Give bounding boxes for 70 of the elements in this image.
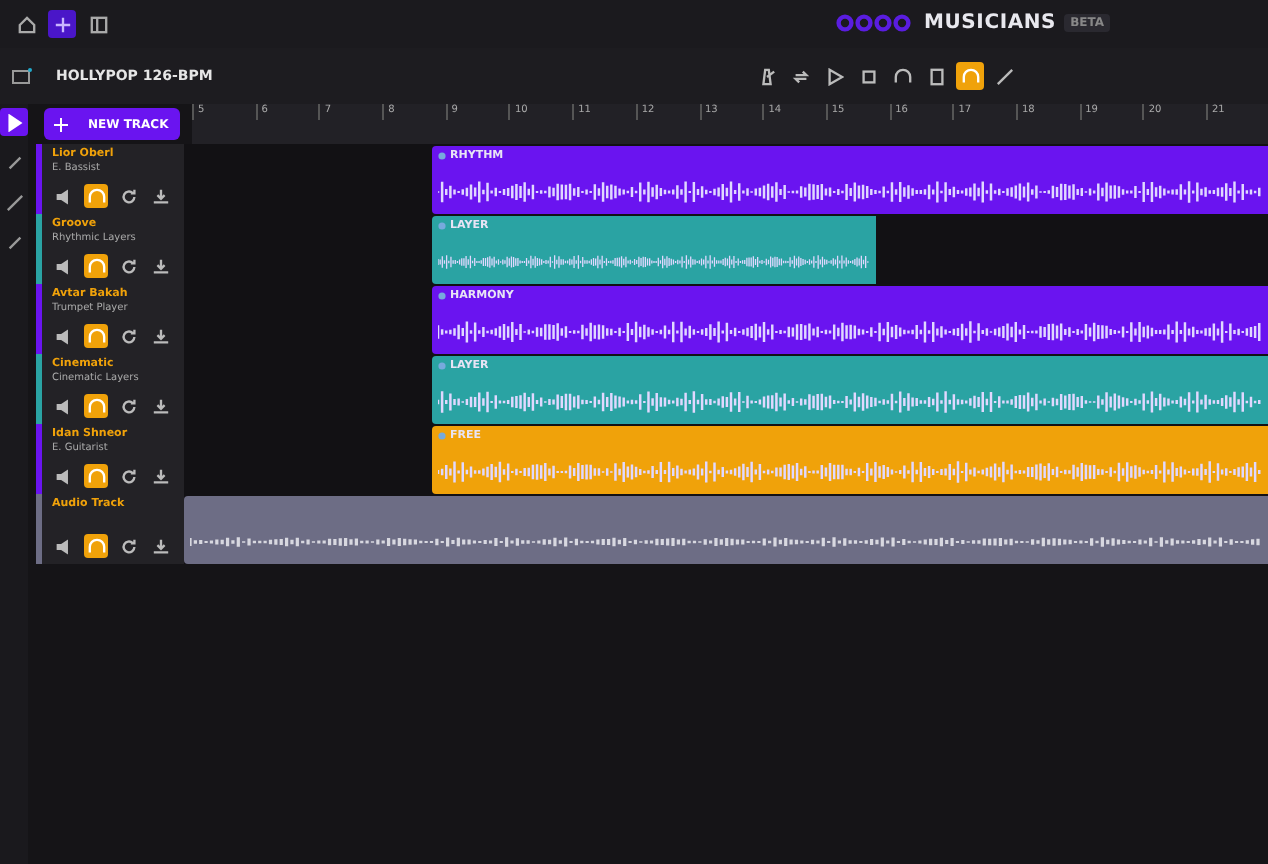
headphones-icon	[961, 67, 980, 85]
download-icon	[151, 187, 169, 205]
download-button[interactable]	[148, 254, 172, 278]
solo-button[interactable]	[84, 534, 108, 558]
solo-button[interactable]	[84, 254, 108, 278]
refresh-button[interactable]	[116, 324, 140, 348]
download-icon	[151, 537, 169, 555]
headphones-icon	[87, 257, 105, 275]
download-button[interactable]	[148, 534, 172, 558]
brand-name: MUSICIANS	[924, 12, 1057, 34]
mail-icon	[12, 68, 32, 84]
solo-button[interactable]	[84, 394, 108, 418]
audio-clip[interactable]	[184, 496, 1268, 564]
dot-icon	[438, 292, 446, 300]
headphones-icon	[87, 537, 105, 555]
headphones-icon	[87, 397, 105, 415]
sparkle-icon	[53, 15, 71, 33]
refresh-icon	[119, 467, 137, 485]
refresh-button[interactable]	[116, 254, 140, 278]
solo-button[interactable]	[84, 464, 108, 488]
play-icon	[825, 67, 844, 85]
speaker-icon	[55, 397, 73, 415]
refresh-button[interactable]	[116, 534, 140, 558]
tool-button[interactable]	[0, 108, 28, 136]
download-icon	[151, 327, 169, 345]
nav-button[interactable]	[48, 10, 76, 38]
dot-icon	[438, 432, 446, 440]
eraser-icon	[5, 153, 23, 171]
refresh-icon	[119, 327, 137, 345]
headphones-icon	[87, 187, 105, 205]
pencil-icon	[5, 193, 23, 211]
plus-icon	[54, 117, 68, 131]
printer-icon	[927, 67, 946, 85]
headphones-icon	[893, 67, 912, 85]
download-icon	[151, 467, 169, 485]
loop-icon	[791, 67, 810, 85]
refresh-button[interactable]	[116, 464, 140, 488]
speaker-icon	[55, 257, 73, 275]
headphones-icon	[87, 467, 105, 485]
speaker-icon	[55, 537, 73, 555]
sidebar-icon	[89, 15, 107, 33]
speaker-icon	[55, 467, 73, 485]
solo-button[interactable]	[84, 184, 108, 208]
download-icon	[151, 397, 169, 415]
refresh-icon	[119, 537, 137, 555]
transport-button[interactable]	[956, 62, 985, 90]
refresh-button[interactable]	[116, 184, 140, 208]
refresh-button[interactable]	[116, 394, 140, 418]
refresh-icon	[119, 187, 137, 205]
download-button[interactable]	[148, 394, 172, 418]
metronome-icon	[757, 67, 776, 85]
speaker-icon	[55, 327, 73, 345]
dot-icon	[438, 222, 446, 230]
download-icon	[151, 257, 169, 275]
download-button[interactable]	[148, 324, 172, 348]
solo-button[interactable]	[84, 324, 108, 348]
refresh-icon	[119, 257, 137, 275]
headphones-icon	[87, 327, 105, 345]
speaker-icon	[55, 187, 73, 205]
pointer-icon	[5, 113, 23, 131]
refresh-icon	[119, 397, 137, 415]
download-button[interactable]	[148, 184, 172, 208]
home-icon	[17, 15, 35, 33]
dot-icon	[438, 362, 446, 370]
pen-icon	[995, 67, 1014, 85]
logo-icon	[836, 14, 916, 32]
download-button[interactable]	[148, 464, 172, 488]
stop-icon	[859, 67, 878, 85]
brush-icon	[5, 233, 23, 251]
dot-icon	[438, 152, 446, 160]
